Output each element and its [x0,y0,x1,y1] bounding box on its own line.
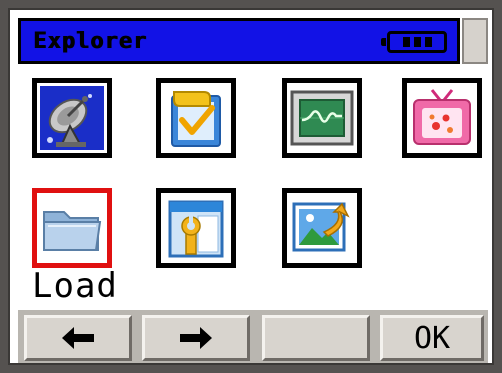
back-button[interactable] [24,315,132,361]
satellite-dish-icon [40,86,104,150]
settings-window-icon [168,200,224,258]
app-tile-images[interactable] [282,188,362,268]
softkey-bar: OK [18,310,488,363]
app-tile-settings[interactable] [156,188,236,268]
app-tile-checklist[interactable] [156,78,236,158]
app-tile-folder[interactable] [32,188,112,268]
blank-softkey[interactable] [262,315,370,361]
image-arrow-icon [292,202,350,252]
folder-icon [43,211,102,251]
arrow-right-icon [180,327,212,349]
scrollbar[interactable] [462,18,488,64]
app-tile-tv[interactable] [402,78,482,158]
title-bar: Explorer [18,18,460,64]
arrow-left-icon [62,327,94,349]
window-title: Explorer [33,29,147,54]
forward-button[interactable] [142,315,250,361]
screen: Explorer Load OK [8,8,494,365]
ok-button[interactable]: OK [380,315,484,361]
battery-icon [381,31,447,53]
tv-icon [413,89,471,145]
selected-item-label: Load [32,266,118,306]
device-frame: Explorer Load OK [0,0,502,373]
app-tile-monitor[interactable] [282,78,362,158]
waveform-monitor-icon [290,90,354,146]
checklist-icon [171,91,221,147]
app-tile-satellite[interactable] [32,78,112,158]
